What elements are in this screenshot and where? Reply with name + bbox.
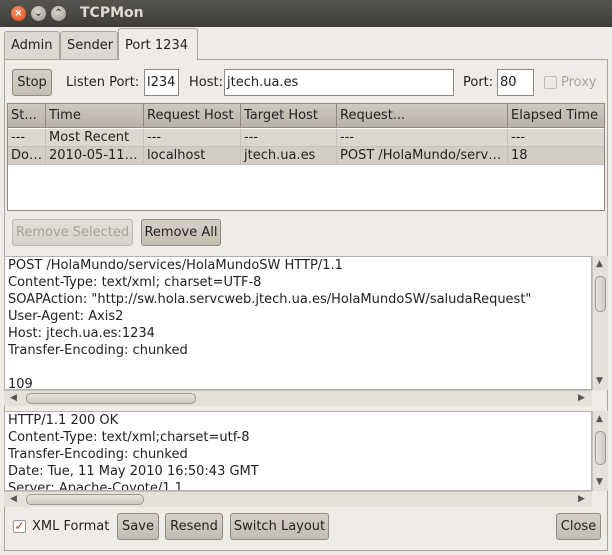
- tab-label: Admin: [11, 38, 53, 53]
- tab-port-1234[interactable]: Port 1234: [118, 28, 198, 60]
- request-line: POST /HolaMundo/services/HolaMundoSW HTT…: [8, 258, 343, 273]
- table-cell: POST /HolaMundo/servic...: [337, 147, 508, 165]
- scroll-up-icon[interactable]: ▲: [596, 414, 603, 424]
- remove-selected-button[interactable]: Remove Selected: [12, 219, 133, 246]
- xml-format-checkbox[interactable]: ✓: [13, 520, 26, 533]
- remove-all-button[interactable]: Remove All: [141, 219, 221, 246]
- table-cell: localhost: [144, 147, 241, 165]
- port-input[interactable]: 80: [497, 69, 534, 96]
- response-line: Content-Type: text/xml;charset=utf-8: [8, 430, 250, 445]
- request-vertical-scrollbar[interactable]: ▲ ▼: [592, 256, 608, 390]
- scroll-thumb[interactable]: [595, 431, 606, 465]
- response-line: Transfer-Encoding: chunked: [8, 447, 188, 462]
- request-line: SOAPAction: "http://sw.hola.servcweb.jte…: [8, 292, 532, 307]
- request-horizontal-scrollbar[interactable]: ◀ ▶: [4, 390, 592, 406]
- table-cell: ---: [8, 129, 46, 147]
- table-cell: jtech.ua.es: [241, 147, 337, 165]
- response-text-area[interactable]: HTTP/1.1 200 OK Content-Type: text/xml;c…: [4, 411, 592, 491]
- close-button[interactable]: Close: [556, 513, 601, 540]
- scroll-up-icon[interactable]: ▲: [596, 259, 603, 269]
- column-header-request[interactable]: Request...: [337, 104, 508, 128]
- tab-admin[interactable]: Admin: [4, 31, 60, 59]
- table-cell: Done: [8, 147, 46, 165]
- request-line: 109: [8, 377, 33, 390]
- table-row[interactable]: --- Most Recent --- --- --- ---: [8, 129, 604, 147]
- table-cell: ---: [144, 129, 241, 147]
- table-cell: Most Recent: [46, 129, 144, 147]
- request-line: [5, 359, 591, 376]
- column-header-request-host[interactable]: Request Host: [144, 104, 241, 128]
- response-line: Server: Apache-Coyote/1.1: [8, 481, 183, 491]
- request-line: Content-Type: text/xml; charset=UTF-8: [8, 275, 262, 290]
- tab-label: Sender: [67, 38, 114, 53]
- proxy-label: Proxy: [561, 75, 597, 90]
- host-label: Host:: [189, 75, 223, 90]
- response-vertical-scrollbar[interactable]: ▲ ▼: [592, 411, 608, 491]
- table-header: St... Time Request Host Target Host Requ…: [8, 104, 604, 128]
- table-cell: ---: [241, 129, 337, 147]
- column-header-time[interactable]: Time: [46, 104, 144, 128]
- response-horizontal-scrollbar[interactable]: ◀ ▶: [4, 491, 592, 507]
- request-line: Host: jtech.ua.es:1234: [8, 326, 155, 341]
- xml-format-label: XML Format: [32, 519, 110, 534]
- scroll-right-icon[interactable]: ▶: [578, 494, 585, 504]
- resend-button[interactable]: Resend: [165, 513, 223, 540]
- proxy-checkbox[interactable]: [544, 76, 557, 89]
- maximize-window-icon[interactable]: ⌃: [51, 6, 66, 21]
- scroll-left-icon[interactable]: ◀: [10, 393, 17, 403]
- column-header-target-host[interactable]: Target Host: [241, 104, 337, 128]
- window-titlebar[interactable]: × ⌄ ⌃ TCPMon: [0, 0, 612, 27]
- table-cell: ---: [508, 129, 604, 147]
- scroll-thumb[interactable]: [26, 494, 144, 505]
- listen-port-label: Listen Port:: [66, 75, 140, 90]
- stop-button[interactable]: Stop: [12, 69, 52, 96]
- switch-layout-button[interactable]: Switch Layout: [230, 513, 329, 540]
- port-label: Port:: [463, 75, 494, 90]
- table-cell: 18: [508, 147, 604, 165]
- scroll-thumb[interactable]: [26, 393, 196, 404]
- request-text-area[interactable]: POST /HolaMundo/services/HolaMundoSW HTT…: [4, 256, 592, 390]
- close-window-icon[interactable]: ×: [11, 6, 26, 21]
- tab-sender[interactable]: Sender: [60, 31, 118, 59]
- save-button[interactable]: Save: [117, 513, 159, 540]
- column-header-status[interactable]: St...: [8, 104, 46, 128]
- table-row[interactable]: Done 2010-05-11 ... localhost jtech.ua.e…: [8, 147, 604, 165]
- window-title: TCPMon: [80, 5, 144, 21]
- table-cell: 2010-05-11 ...: [46, 147, 144, 165]
- scroll-thumb[interactable]: [595, 276, 606, 312]
- scroll-right-icon[interactable]: ▶: [578, 393, 585, 403]
- scroll-down-icon[interactable]: ▼: [596, 477, 603, 487]
- host-input[interactable]: jtech.ua.es: [224, 69, 454, 96]
- request-line: Transfer-Encoding: chunked: [8, 343, 188, 358]
- tab-label: Port 1234: [125, 38, 188, 53]
- minimize-window-icon[interactable]: ⌄: [31, 6, 46, 21]
- scroll-left-icon[interactable]: ◀: [10, 494, 17, 504]
- request-line: User-Agent: Axis2: [8, 309, 124, 324]
- scroll-down-icon[interactable]: ▼: [596, 376, 603, 386]
- table-cell: ---: [337, 129, 508, 147]
- column-header-elapsed-time[interactable]: Elapsed Time: [508, 104, 604, 128]
- connections-table[interactable]: St... Time Request Host Target Host Requ…: [7, 103, 605, 211]
- response-line: HTTP/1.1 200 OK: [8, 413, 119, 428]
- response-line: Date: Tue, 11 May 2010 16:50:43 GMT: [8, 464, 259, 479]
- listen-port-input[interactable]: l234: [144, 69, 179, 96]
